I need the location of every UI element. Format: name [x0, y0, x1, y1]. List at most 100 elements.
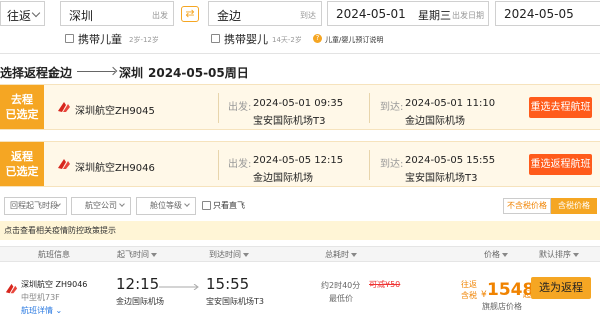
child-label: 携带儿童 — [78, 33, 122, 46]
col-duration[interactable]: 总耗时 — [325, 249, 357, 260]
col-duration-label: 总耗时 — [325, 250, 349, 259]
dep-time-filter-label: 回程起飞时段 — [10, 201, 58, 210]
from-city-value: 深圳 — [69, 9, 94, 23]
return-depart-time: 2024-05-05 12:15 — [253, 155, 344, 166]
divider — [218, 93, 219, 123]
shenzhen-airlines-logo-icon — [58, 159, 70, 169]
arrow-icon — [159, 284, 199, 290]
sort-down-icon — [573, 252, 579, 257]
to-city-input[interactable]: 金边 到达 — [208, 1, 322, 26]
outbound-tag: 去程 已选定 — [0, 85, 44, 129]
result-aircraft: 中型机73F — [21, 293, 60, 302]
result-duration: 约2时40分 — [321, 281, 361, 290]
return-airline: 深圳航空ZH9046 — [75, 163, 155, 174]
airline-filter[interactable]: 航空公司 — [71, 197, 131, 215]
col-depart[interactable]: 起飞时间 — [117, 249, 157, 260]
return-arrive-time: 2024-05-05 15:55 — [405, 155, 496, 166]
booking-info-link[interactable]: 儿童/婴儿预订说明 — [325, 35, 383, 45]
depart-date-input[interactable]: 2024-05-01 星期三 出发日期 — [327, 1, 489, 26]
outbound-depart-airport: 宝安国际机场T3 — [253, 116, 326, 127]
route-to: 深圳 — [119, 66, 144, 80]
discount-badge: 可减¥50 — [369, 280, 401, 289]
divider — [218, 150, 219, 180]
depart-weekday: 星期三 — [418, 9, 451, 22]
route-date: 2024-05-05周日 — [148, 66, 249, 80]
return-tag: 返程 已选定 — [0, 142, 44, 186]
infant-checkbox[interactable] — [211, 34, 220, 43]
shenzhen-airlines-logo-icon — [58, 102, 70, 112]
tax-included-label: 含税 — [461, 291, 477, 300]
outbound-tag-top: 去程 — [11, 93, 33, 106]
route-prefix: 选择返程: — [0, 66, 53, 80]
from-city-tag: 出发 — [152, 11, 168, 20]
col-sort[interactable]: 默认排序 — [539, 249, 579, 260]
direct-only-label: 只看直飞 — [213, 201, 245, 210]
return-date-input[interactable]: 2024-05-05 — [495, 1, 600, 26]
result-airline: 深圳航空 ZH9046 — [21, 280, 88, 289]
outbound-depart-label: 出发: — [228, 102, 252, 113]
return-depart-label: 出发: — [228, 159, 252, 170]
child-checkbox[interactable] — [65, 34, 74, 43]
return-selected-card: 返程 已选定 深圳航空ZH9046 出发: 2024-05-05 12:15 金… — [0, 141, 600, 187]
to-city-tag: 到达 — [300, 11, 316, 20]
return-tag-top: 返程 — [11, 150, 33, 163]
depart-date-value: 2024-05-01 — [336, 7, 406, 21]
sort-down-icon — [502, 252, 508, 257]
outbound-depart-time: 2024-05-01 09:35 — [253, 98, 344, 109]
infant-hint: 14天-2岁 — [272, 36, 302, 44]
from-city-input[interactable]: 深圳 出发 — [60, 1, 174, 26]
result-depart-time: 12:15 — [116, 275, 160, 293]
arrow-icon — [77, 71, 115, 72]
swap-icon[interactable]: ⇄ — [181, 6, 199, 22]
col-depart-label: 起飞时间 — [117, 250, 149, 259]
tax-included-toggle[interactable]: 含税价格 — [551, 198, 597, 214]
sort-down-icon — [151, 252, 157, 257]
cabin-filter-label: 舱位等级 — [150, 201, 182, 210]
sort-down-icon — [351, 252, 357, 257]
chevron-down-icon — [119, 201, 125, 207]
col-price[interactable]: 价格 — [484, 249, 508, 260]
flight-details-label: 航班详情 — [21, 306, 53, 315]
flagship-store-price: 旗舰店价格 — [482, 302, 522, 311]
col-arrive[interactable]: 到达时间 — [209, 249, 249, 260]
return-date-value: 2024-05-05 — [504, 7, 574, 21]
depart-date-tag: 出发日期 — [452, 11, 484, 20]
price-suffix: 起 — [523, 290, 531, 299]
trip-type-value: 往返 — [7, 9, 32, 23]
outbound-arrive-airport: 金边国际机场 — [405, 116, 465, 127]
info-icon: ? — [313, 34, 322, 43]
result-arrive-time: 15:55 — [206, 275, 250, 293]
outbound-tag-bottom: 已选定 — [5, 108, 39, 121]
return-arrive-label: 到达: — [380, 159, 404, 170]
divider — [0, 53, 600, 54]
infant-label: 携带婴儿 — [224, 33, 268, 46]
col-sort-label: 默认排序 — [539, 250, 571, 259]
trip-type-select[interactable]: 往返 — [0, 1, 45, 26]
flight-details-link[interactable]: 航班详情 ⌄ — [21, 305, 62, 316]
select-return-button[interactable]: 选为返程 — [531, 277, 591, 299]
round-trip-label: 往返 — [461, 280, 477, 289]
outbound-selected-card: 去程 已选定 深圳航空ZH9045 出发: 2024-05-01 09:35 宝… — [0, 84, 600, 130]
results-header: 航班信息 起飞时间 到达时间 总耗时 价格 默认排序 — [0, 246, 600, 262]
return-depart-airport: 金边国际机场 — [253, 173, 313, 184]
to-city-value: 金边 — [217, 9, 242, 23]
return-tag-bottom: 已选定 — [5, 165, 39, 178]
divider — [369, 93, 370, 123]
lowest-price-label: 最低价 — [329, 294, 353, 303]
child-hint: 2岁-12岁 — [129, 36, 159, 44]
reselect-outbound-button[interactable]: 重选去程航班 — [529, 97, 592, 118]
direct-only-checkbox[interactable] — [202, 201, 211, 210]
sort-down-icon — [243, 252, 249, 257]
result-arrive-airport: 宝安国际机场T3 — [206, 297, 264, 306]
shenzhen-airlines-logo-icon — [5, 283, 18, 294]
cabin-filter[interactable]: 舱位等级 — [136, 197, 196, 215]
reselect-return-button[interactable]: 重选返程航班 — [529, 154, 592, 175]
outbound-arrive-label: 到达: — [380, 102, 404, 113]
policy-notice-link[interactable]: 点击查看相关疫情防控政策提示 — [0, 221, 600, 240]
chevron-down-icon — [184, 201, 190, 207]
dep-time-filter[interactable]: 回程起飞时段 — [4, 197, 67, 215]
chevron-down-icon: ⌄ — [55, 306, 63, 315]
col-price-label: 价格 — [484, 250, 500, 259]
return-arrive-airport: 宝安国际机场T3 — [405, 173, 478, 184]
tax-excluded-toggle[interactable]: 不含税价格 — [503, 198, 551, 214]
